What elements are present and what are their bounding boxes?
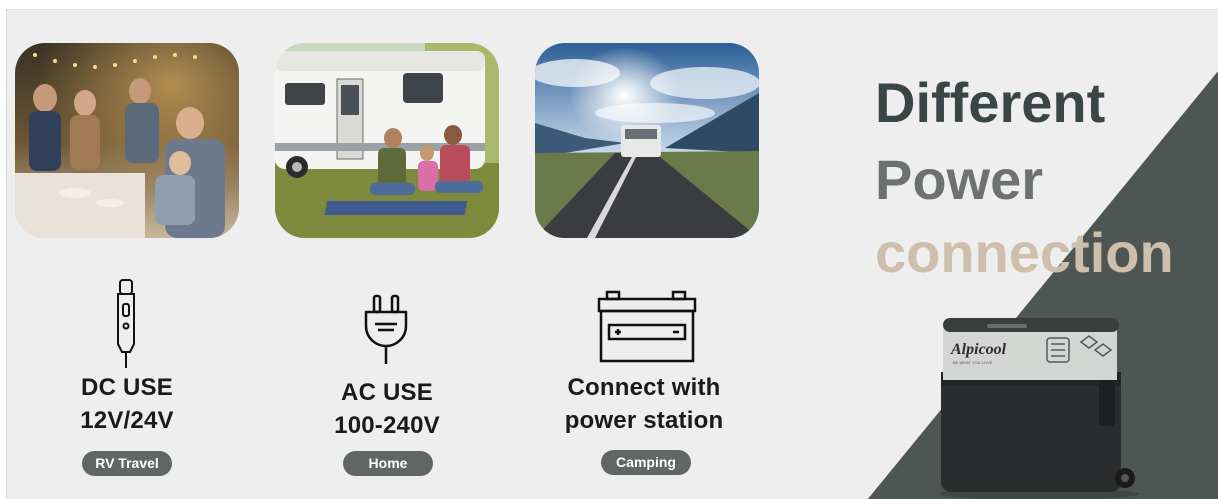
dc-use-title: DC USE 12V/24V [47,371,207,437]
headline-line2: Power [875,148,1044,211]
family-dinner-photo [15,43,239,238]
power-station-line2: power station [564,407,724,434]
dc-use-voltage: 12V/24V [80,407,174,434]
ac-use-voltage: 100-240V [334,412,440,439]
car-plug-icon [117,279,135,368]
ac-use-label: AC USE [341,379,433,406]
rv-travel-tag: RV Travel [82,451,172,476]
portable-fridge-image: Alpicool BE WHAT YOU LOVE [939,318,1139,499]
fridge-brand-logo: Alpicool [950,341,1007,358]
battery-icon [597,290,697,363]
road-landscape-photo [535,43,759,238]
dc-use-label: DC USE [81,374,173,401]
camping-tag: Camping [601,450,691,475]
ac-plug-icon [364,294,408,364]
power-station-title: Connect with power station [544,371,744,437]
svg-text:BE WHAT YOU LOVE: BE WHAT YOU LOVE [953,360,993,365]
rv-picnic-photo [275,43,499,238]
home-tag: Home [343,451,433,476]
headline-line3: connection [875,221,1174,284]
headline-line1: Different [875,71,1106,134]
product-banner: DC USE 12V/24V RV Travel AC USE 100-240V… [6,9,1218,499]
power-station-line1: Connect with [567,374,721,401]
ac-use-title: AC USE 100-240V [307,376,467,442]
